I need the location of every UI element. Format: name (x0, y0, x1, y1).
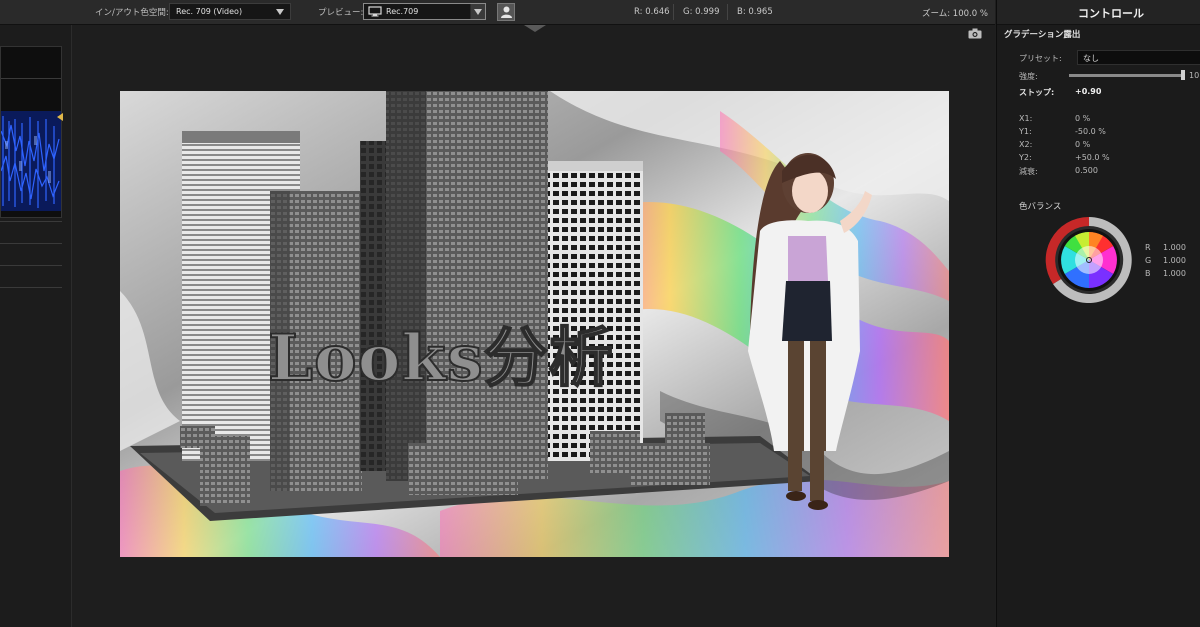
colorspace-value: Rec. 709 (Video) (176, 7, 243, 16)
preset-dropdown[interactable]: なし (1077, 50, 1200, 65)
readout-r: R: 0.646 (634, 7, 670, 17)
colorspace-dropdown[interactable]: Rec. 709 (Video) (169, 3, 291, 20)
colorspace-label: イン/アウト色空間: (95, 8, 169, 18)
preview-image: Looks分析 (120, 91, 949, 557)
preview-label: プレビュー: (318, 8, 364, 18)
stop-label: ストップ: (1019, 88, 1055, 97)
param-value[interactable]: 0.500 (1075, 166, 1098, 175)
scope-panel (0, 25, 72, 627)
preset-label: プリセット: (1019, 54, 1062, 63)
title-3d-text: Looks分析 (267, 321, 614, 396)
color-wheel[interactable] (1045, 216, 1133, 304)
panel-title: コントロール (1078, 7, 1144, 20)
camera-icon[interactable] (968, 28, 982, 42)
triangle-down-icon[interactable] (524, 25, 546, 32)
readout-g: G: 0.999 (683, 7, 720, 17)
preview-dropdown[interactable]: Rec.709 (363, 3, 486, 20)
balance-label: G (1145, 256, 1152, 265)
param-label: X1: (1019, 114, 1033, 123)
zoom-readout: ズーム: 100.0 % (922, 9, 988, 19)
preset-value: なし (1083, 54, 1099, 63)
strength-slider-thumb[interactable] (1181, 70, 1185, 80)
person-button[interactable] (497, 3, 515, 21)
param-label: Y1: (1019, 127, 1032, 136)
waveform-scope (0, 46, 63, 218)
strength-value: 10 (1189, 71, 1200, 80)
level-marker-icon[interactable] (57, 113, 63, 121)
balance-value[interactable]: 1.000 (1163, 243, 1186, 252)
viewer: Looks分析 (72, 25, 995, 627)
param-value[interactable]: +50.0 % (1075, 153, 1110, 162)
controls-panel: コントロール グラデーション露出 プリセット: なし 強度: 10 ストップ: … (996, 0, 1200, 627)
balance-value[interactable]: 1.000 (1163, 269, 1186, 278)
param-label: Y2: (1019, 153, 1032, 162)
balance-value[interactable]: 1.000 (1163, 256, 1186, 265)
section-title: グラデーション露出 (1004, 30, 1081, 40)
param-value[interactable]: 0 % (1075, 140, 1090, 149)
param-label: 減衰: (1019, 167, 1038, 176)
param-value[interactable]: 0 % (1075, 114, 1090, 123)
strength-label: 強度: (1019, 72, 1038, 81)
chevron-down-icon (276, 9, 284, 15)
readout-b: B: 0.965 (737, 7, 773, 17)
stop-value[interactable]: +0.90 (1075, 87, 1101, 96)
param-value[interactable]: -50.0 % (1075, 127, 1106, 136)
monitor-icon (368, 6, 382, 20)
color-balance-label: 色バランス (1019, 202, 1062, 212)
balance-label: R (1145, 243, 1151, 252)
chevron-down-icon (474, 9, 482, 15)
top-toolbar: イン/アウト色空間: Rec. 709 (Video) プレビュー: Rec.7… (0, 0, 995, 25)
strength-slider[interactable] (1069, 74, 1185, 77)
balance-label: B (1145, 269, 1151, 278)
preview-value: Rec.709 (386, 7, 419, 16)
param-label: X2: (1019, 140, 1033, 149)
person-icon (500, 5, 513, 22)
